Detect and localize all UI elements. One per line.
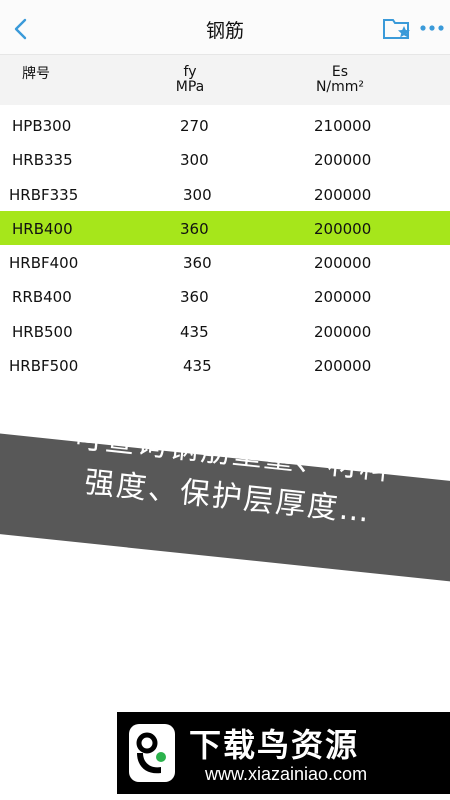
cell-es: 200000 xyxy=(314,288,372,307)
more-button[interactable] xyxy=(418,16,448,40)
cell-es: 200000 xyxy=(314,185,372,204)
table-row[interactable]: HRBF335 300 200000 xyxy=(0,177,450,211)
cell-es: 200000 xyxy=(314,357,372,376)
cell-fy: 360 xyxy=(183,254,212,273)
header-es: Es N/mm² xyxy=(300,65,380,95)
table-row[interactable]: RRB400 360 200000 xyxy=(0,279,450,313)
table-row[interactable]: HRBF500 435 200000 xyxy=(0,348,450,382)
cell-es: 200000 xyxy=(314,219,372,238)
table-header: 牌号 fy MPa Es N/mm² xyxy=(0,55,450,105)
cell-es: 210000 xyxy=(314,117,372,135)
cell-fy: 435 xyxy=(183,357,212,376)
cell-fy: 435 xyxy=(180,322,209,341)
table-row[interactable]: HRB335 300 200000 xyxy=(0,142,450,176)
cell-grade: HRBF400 xyxy=(9,254,79,273)
watermark-url: www.xiazainiao.com xyxy=(205,764,368,784)
cell-es: 200000 xyxy=(314,254,372,273)
cell-fy: 360 xyxy=(180,219,209,238)
cell-es: 200000 xyxy=(314,322,372,341)
cell-grade: HRB400 xyxy=(12,219,73,238)
header-fy-unit: MPa xyxy=(175,79,205,95)
more-dots-icon xyxy=(420,25,444,31)
watermark-card: 下载鸟资源 www.xiazainiao.com xyxy=(117,712,450,794)
header-es-unit: N/mm² xyxy=(315,79,365,95)
cell-grade: RRB400 xyxy=(12,288,72,307)
navigation-bar: 钢筋 xyxy=(0,0,450,55)
cell-es: 200000 xyxy=(314,151,372,170)
cell-grade: HRBF500 xyxy=(9,357,79,376)
header-fy: fy MPa xyxy=(160,65,220,95)
header-fy-label: fy xyxy=(183,64,197,80)
watermark-name: 下载鸟资源 xyxy=(189,726,360,764)
cell-grade: HRB500 xyxy=(12,322,73,341)
cell-fy: 360 xyxy=(180,288,209,307)
bird-logo-icon xyxy=(129,724,175,782)
cell-grade: HRB335 xyxy=(12,151,73,170)
header-es-label: Es xyxy=(331,64,349,80)
table-row[interactable]: HPB300 270 210000 xyxy=(0,108,450,142)
cell-fy: 300 xyxy=(183,185,212,204)
table-row[interactable]: HRBF400 360 200000 xyxy=(0,245,450,279)
cell-grade: HPB300 xyxy=(12,117,72,135)
table-row[interactable]: HRB500 435 200000 xyxy=(0,314,450,348)
cell-grade: HRBF335 xyxy=(9,185,79,204)
cell-fy: 270 xyxy=(180,117,209,135)
table-row-selected[interactable]: HRB400 360 200000 xyxy=(0,210,450,246)
rebar-table: HPB300 270 210000 HRB335 300 200000 HRBF… xyxy=(0,108,450,382)
favorites-button[interactable] xyxy=(382,14,414,42)
header-grade: 牌号 xyxy=(22,66,50,82)
folder-star-icon xyxy=(383,19,410,39)
cell-fy: 300 xyxy=(180,151,209,170)
